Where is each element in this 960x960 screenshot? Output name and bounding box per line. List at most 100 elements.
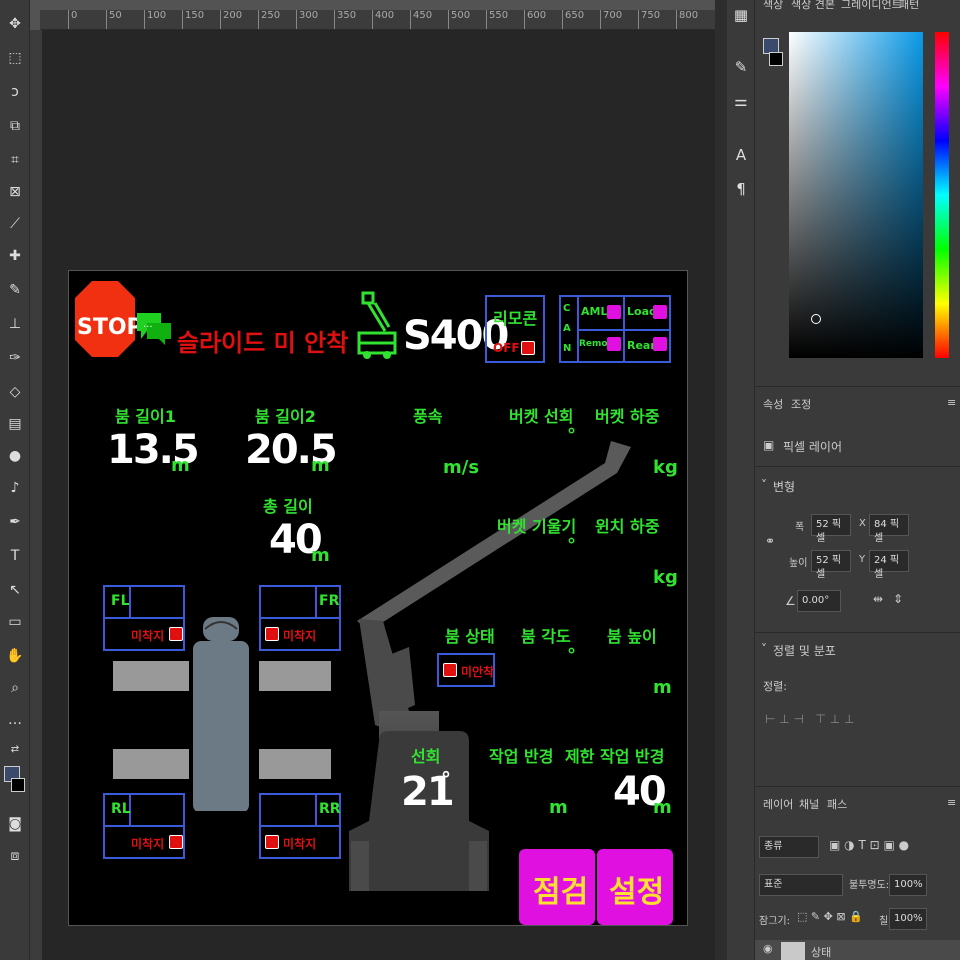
layer-kind-filter[interactable]: 종류 — [759, 836, 819, 858]
tab-patterns[interactable]: 패턴 — [899, 0, 919, 12]
align-chevron-icon[interactable]: ˅ — [761, 642, 767, 656]
ruler-tick: 550 — [486, 10, 508, 29]
move-tool-icon[interactable]: ✥ — [5, 14, 25, 34]
x-label: X — [859, 518, 866, 529]
work-radius-label: 작업 반경 — [489, 747, 554, 766]
frame-tool-icon[interactable]: ⊠ — [5, 182, 25, 202]
winch-load-label: 윈치 하중 — [595, 517, 660, 536]
layers-menu-icon[interactable]: ≡ — [947, 796, 956, 809]
bucket-tilt-label: 버켓 기울기 — [497, 517, 577, 536]
opacity-label: 불투명도: — [849, 880, 890, 891]
object-select-icon[interactable]: ⧉ — [5, 116, 25, 136]
wind-speed-unit: m/s — [443, 457, 480, 478]
color-field[interactable] — [789, 32, 923, 358]
flip-horizontal-icon[interactable]: ⇹ — [873, 592, 883, 606]
settings-button-label: 설정 — [609, 875, 665, 910]
history-brush-icon[interactable]: ✑ — [5, 348, 25, 368]
character-panel-icon[interactable]: A — [731, 146, 751, 166]
paragraph-panel-icon[interactable]: ¶ — [731, 180, 751, 200]
layer-name: 상태 — [811, 946, 832, 959]
vertical-ruler — [30, 30, 42, 960]
bg-color-chip[interactable] — [769, 52, 783, 66]
hue-slider[interactable] — [935, 32, 949, 358]
healing-brush-icon[interactable]: ✚ — [5, 246, 25, 266]
height-field[interactable]: 52 픽셀 — [811, 550, 851, 580]
ruler-tick: 350 — [334, 10, 356, 29]
panel-menu-icon[interactable]: ≡ — [947, 396, 956, 409]
boom-state-box: 미안착 — [437, 653, 495, 687]
tab-adjustments[interactable]: 조정 — [791, 396, 811, 412]
blur-icon[interactable]: ● — [5, 446, 25, 466]
history-panel-icon[interactable]: ▦ — [731, 6, 751, 26]
ruler-tick: 450 — [410, 10, 432, 29]
settings-button[interactable]: 설정 — [597, 849, 673, 925]
quick-mask-icon[interactable]: ◙ — [5, 814, 25, 834]
tab-layers[interactable]: 레이어 — [763, 796, 793, 812]
tab-properties[interactable]: 속성 — [763, 396, 783, 412]
work-radius-unit: m — [549, 797, 568, 818]
x-field[interactable]: 84 픽셀 — [869, 514, 909, 544]
ruler-tick: 300 — [296, 10, 318, 29]
hmi-canvas[interactable]: STOP ... 슬라이드 미 안착 S400 리모콘 OFF C A N AM… — [68, 270, 688, 926]
swap-colors-icon[interactable]: ⇄ — [5, 740, 25, 760]
boom-state-value: 미안착 — [461, 665, 495, 679]
opacity-field[interactable]: 100% — [889, 874, 927, 896]
brush-settings-icon[interactable]: ✎ — [731, 58, 751, 78]
adjustments-icon[interactable]: ⚌ — [731, 92, 751, 112]
boom-state-label: 붐 상태 — [445, 627, 495, 646]
blend-mode-select[interactable]: 표준 — [759, 874, 843, 896]
total-length-unit: m — [311, 545, 330, 566]
align-icons[interactable]: ⊢ ⊥ ⊣ ⊤ ⊥ ⊥ — [765, 712, 854, 726]
boom2-label: 붐 길이2 — [255, 407, 316, 426]
type-tool-icon[interactable]: T — [5, 546, 25, 566]
gradient-icon[interactable]: ▤ — [5, 414, 25, 434]
angle-icon: ∠ — [785, 594, 796, 608]
eraser-icon[interactable]: ◇ — [5, 382, 25, 402]
panel-divider[interactable] — [715, 0, 727, 960]
lock-label: 잠그기: — [759, 916, 790, 927]
flip-vertical-icon[interactable]: ⇕ — [893, 592, 903, 606]
crop-tool-icon[interactable]: ⌗ — [5, 150, 25, 170]
pen-tool-icon[interactable]: ✒ — [5, 512, 25, 532]
screen-mode-icon[interactable]: ⧈ — [5, 846, 25, 866]
boom-height-label: 붐 높이 — [607, 627, 657, 646]
remote-indicator — [521, 341, 535, 355]
angle-field[interactable]: 0.00° — [797, 590, 841, 612]
background-color-swatch[interactable] — [11, 778, 25, 792]
tab-gradients[interactable]: 그레이디언트 — [841, 0, 902, 12]
stamp-tool-icon[interactable]: ⊥ — [5, 314, 25, 334]
zoom-tool-icon[interactable]: ⌕ — [5, 678, 25, 698]
layer-row[interactable]: ◉ 상태 — [755, 940, 960, 960]
inspect-button[interactable]: 점검 — [519, 849, 595, 925]
boom1-label: 붐 길이1 — [115, 407, 176, 426]
path-select-icon[interactable]: ↖ — [5, 580, 25, 600]
lock-icons[interactable]: ⬚ ✎ ✥ ⊠ 🔒 — [797, 910, 863, 923]
transform-chevron-icon[interactable]: ˅ — [761, 478, 767, 492]
tab-paths[interactable]: 패스 — [827, 796, 847, 812]
marquee-tool-icon[interactable]: ⬚ — [5, 48, 25, 68]
bucket-tilt-unit: ° — [567, 535, 576, 556]
visibility-eye-icon[interactable]: ◉ — [763, 942, 773, 955]
pixel-layer-label: 픽셀 레이어 — [783, 440, 843, 454]
tab-swatches[interactable]: 색상 견본 — [791, 0, 835, 12]
layer-filter-icons[interactable]: ▣ ◑ T ⊡ ▣ ● — [829, 838, 909, 852]
dodge-icon[interactable]: ♪ — [5, 478, 25, 498]
slew-label: 선회 — [411, 747, 441, 766]
link-icon[interactable]: ⚭ — [765, 534, 775, 548]
tab-channels[interactable]: 채널 — [799, 796, 819, 812]
boom-angle-unit: ° — [567, 645, 576, 666]
chat-bubble-icon: ... — [137, 313, 171, 345]
rectangle-tool-icon[interactable]: ▭ — [5, 612, 25, 632]
eyedropper-icon[interactable]: ⟋ — [5, 214, 25, 234]
blend-mode-label: 표준 — [764, 879, 783, 890]
boom-state-indicator — [443, 663, 457, 677]
width-field[interactable]: 52 픽셀 — [811, 514, 851, 544]
hand-tool-icon[interactable]: ✋ — [5, 646, 25, 666]
y-field[interactable]: 24 픽셀 — [869, 550, 909, 580]
stop-label: STOP — [77, 315, 143, 340]
fill-field[interactable]: 100% — [889, 908, 927, 930]
more-tools-icon[interactable]: … — [5, 710, 25, 730]
brush-tool-icon[interactable]: ✎ — [5, 280, 25, 300]
lasso-tool-icon[interactable]: ↄ — [5, 82, 25, 102]
tab-color[interactable]: 색상 — [763, 0, 783, 12]
